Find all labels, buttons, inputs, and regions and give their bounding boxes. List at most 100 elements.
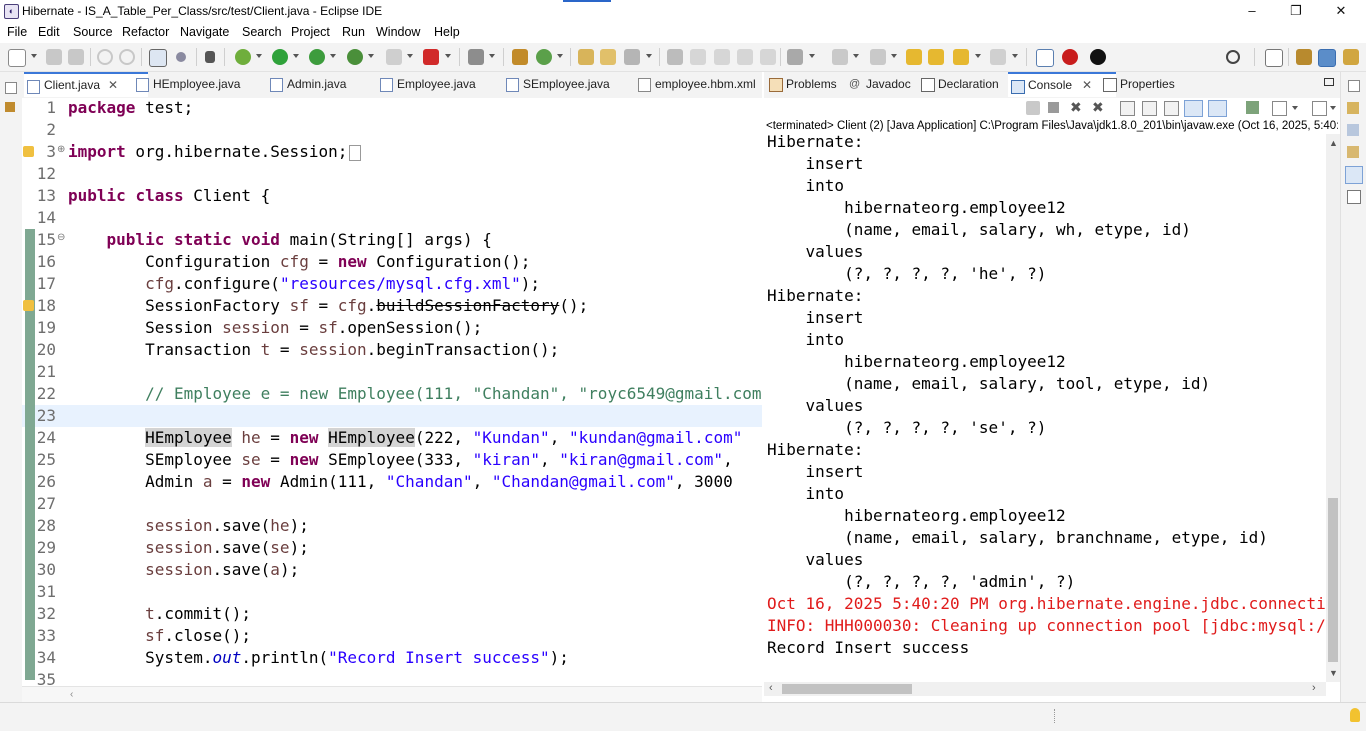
restore-icon[interactable] — [1348, 80, 1360, 92]
redo-icon[interactable] — [119, 49, 135, 65]
console-horizontal-scroll-thumb[interactable] — [782, 684, 912, 694]
tab-client-java[interactable]: Client.java ✕ — [24, 72, 148, 97]
close-tab-icon[interactable]: ✕ — [108, 78, 118, 92]
new-console-dropdown-icon[interactable] — [1330, 106, 1336, 110]
search-toolbar-icon[interactable] — [624, 49, 640, 65]
coverage-dropdown-icon[interactable] — [330, 54, 336, 58]
remove-all-launches-icon[interactable]: ✖ — [1092, 100, 1104, 114]
menu-window[interactable]: Window — [376, 25, 420, 39]
new-icon[interactable] — [8, 49, 26, 67]
block-selection-icon[interactable] — [714, 49, 730, 65]
next-annotation-icon[interactable] — [787, 49, 803, 65]
remove-launch-icon[interactable]: ✖ — [1070, 100, 1082, 114]
open-task-icon[interactable] — [600, 49, 616, 65]
open-type-icon[interactable] — [578, 49, 594, 65]
word-wrap-console-icon[interactable] — [1164, 101, 1179, 116]
outline-icon[interactable] — [1347, 124, 1359, 136]
back-history-icon[interactable] — [906, 49, 922, 65]
tab-admin-java[interactable]: Admin.java — [267, 72, 377, 97]
last-edit-icon[interactable] — [870, 49, 886, 65]
tip-lightbulb-icon[interactable] — [1350, 708, 1360, 722]
menu-source[interactable]: Source — [73, 25, 113, 39]
display-console-icon[interactable] — [1246, 101, 1259, 114]
new-console-icon[interactable] — [1312, 101, 1327, 116]
menu-search[interactable]: Search — [242, 25, 282, 39]
cloud-icon[interactable] — [1090, 49, 1106, 65]
restore-icon[interactable] — [5, 82, 17, 94]
forward-dropdown-icon[interactable] — [1012, 54, 1018, 58]
menu-edit[interactable]: Edit — [38, 25, 60, 39]
pin-editor-icon[interactable] — [1036, 49, 1054, 67]
console-view-icon[interactable] — [1345, 166, 1363, 184]
scroll-down-icon[interactable]: ▼ — [1329, 668, 1338, 678]
next-annotation-dropdown-icon[interactable] — [809, 54, 815, 58]
tab-employee-java[interactable]: Employee.java — [377, 72, 497, 97]
debug-icon[interactable] — [235, 49, 251, 65]
skip-breakpoints-icon[interactable] — [176, 52, 186, 62]
maximize-button[interactable]: ❐ — [1276, 2, 1316, 20]
scroll-left-icon[interactable]: ‹ — [70, 689, 73, 700]
forward-icon[interactable] — [990, 49, 1006, 65]
external-tools-dropdown-icon[interactable] — [368, 54, 374, 58]
prev-annotation-dropdown-icon[interactable] — [853, 54, 859, 58]
menu-refactor[interactable]: Refactor — [122, 25, 169, 39]
clear-console-icon[interactable] — [1120, 101, 1135, 116]
new-java-project-icon[interactable] — [512, 49, 528, 65]
menu-navigate[interactable]: Navigate — [180, 25, 229, 39]
package-explorer-icon[interactable] — [5, 102, 15, 112]
close-tab-icon[interactable]: ✕ — [1082, 78, 1092, 92]
server-dropdown-icon[interactable] — [407, 54, 413, 58]
back-icon[interactable] — [953, 49, 969, 65]
tab-hemployee-java[interactable]: HEmployee.java — [133, 72, 259, 97]
prev-annotation-icon[interactable] — [832, 49, 848, 65]
scroll-up-icon[interactable]: ▲ — [1329, 138, 1338, 148]
properties-view-icon[interactable] — [1347, 190, 1361, 204]
terminate-icon[interactable] — [205, 51, 215, 63]
show-whitespace-icon[interactable] — [760, 49, 776, 65]
show-on-stdout-icon[interactable] — [1184, 100, 1203, 117]
menu-help[interactable]: Help — [434, 25, 460, 39]
word-wrap-icon[interactable] — [737, 49, 753, 65]
tab-properties[interactable]: Properties — [1100, 72, 1210, 97]
open-console-dropdown-icon[interactable] — [1292, 106, 1298, 110]
scroll-lock-icon[interactable] — [1142, 101, 1157, 116]
undo-icon[interactable] — [97, 49, 113, 65]
menu-file[interactable]: File — [7, 25, 27, 39]
server-icon[interactable] — [386, 49, 402, 65]
folded-imports-icon[interactable] — [349, 144, 362, 161]
expand-fold-icon[interactable]: ⊕ — [57, 144, 65, 155]
scroll-left-icon[interactable]: ‹ — [769, 682, 773, 694]
console-output[interactable]: Hibernate: insert into hibernateorg.empl… — [764, 134, 1326, 682]
tab-semployee-java[interactable]: SEmployee.java — [503, 72, 633, 97]
run-icon[interactable] — [272, 49, 288, 65]
menu-project[interactable]: Project — [291, 25, 330, 39]
stop-server-icon[interactable] — [423, 49, 439, 65]
task-list-icon[interactable] — [1347, 102, 1359, 114]
new-class-icon[interactable] — [536, 49, 552, 65]
show-on-stderr-icon[interactable] — [1208, 100, 1227, 117]
java-ee-perspective-icon[interactable] — [1296, 49, 1312, 65]
scroll-right-icon[interactable]: › — [1312, 682, 1316, 694]
annotation-icon[interactable] — [667, 49, 683, 65]
close-window-button[interactable]: ✕ — [1321, 2, 1361, 20]
editor-horizontal-scrollbar[interactable]: ‹ — [22, 686, 762, 703]
back-dropdown-icon[interactable] — [975, 54, 981, 58]
debug-dropdown-icon[interactable] — [256, 54, 262, 58]
coverage-icon[interactable] — [309, 49, 325, 65]
minimize-button[interactable]: – — [1232, 2, 1272, 20]
forward-history-icon[interactable] — [928, 49, 944, 65]
pin-console-icon[interactable] — [1026, 101, 1040, 115]
search-icon[interactable] — [1226, 50, 1240, 64]
debug-perspective-icon[interactable] — [1343, 49, 1359, 65]
new-class-dropdown-icon[interactable] — [557, 54, 563, 58]
save-icon[interactable] — [46, 49, 62, 65]
new-dropdown-icon[interactable] — [31, 54, 37, 58]
mark-occurrences-icon[interactable] — [690, 49, 706, 65]
open-console-icon[interactable] — [1272, 101, 1287, 116]
java-perspective-icon[interactable] — [1318, 49, 1336, 67]
minimize-view-icon[interactable] — [1324, 78, 1334, 86]
tab-employee-hbm-xml[interactable]: employee.hbm.xml — [635, 72, 779, 97]
terminate-console-icon[interactable] — [1048, 102, 1059, 113]
code-editor[interactable]: ⊕ ⊖ 1 2 3 12 13 14 15 16 17 18 19 20 21 … — [22, 98, 762, 686]
console-toolbar-icon[interactable] — [149, 49, 167, 67]
